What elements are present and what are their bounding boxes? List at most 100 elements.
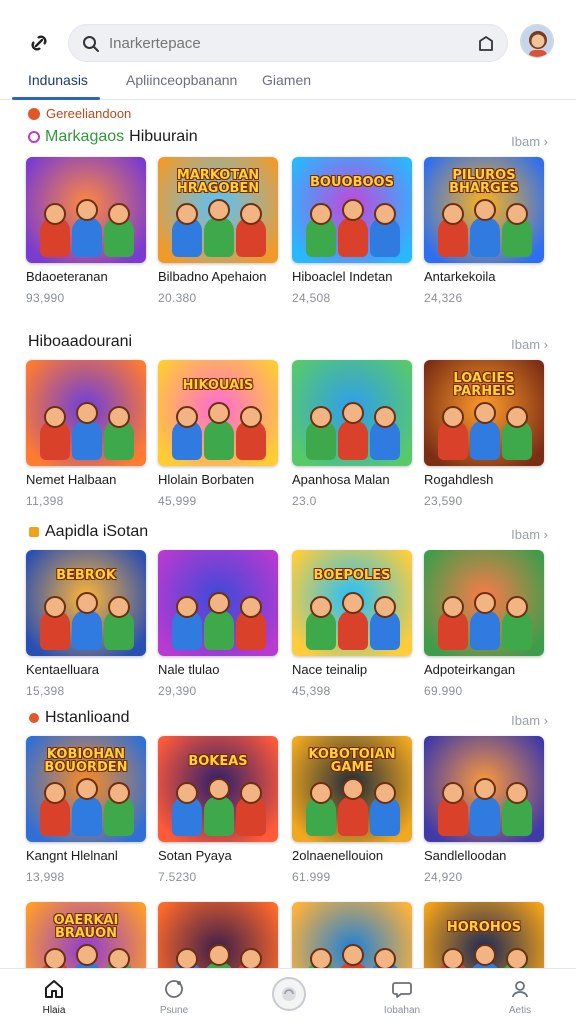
- game-card[interactable]: Bdaoeteranan 93,990: [26, 157, 148, 305]
- game-logo-text: BOEPOLES: [313, 567, 391, 583]
- nav-profile[interactable]: Aetis: [480, 977, 560, 1016]
- link-icon[interactable]: [22, 26, 56, 60]
- game-card[interactable]: HOROHOS: [424, 902, 546, 968]
- avatar[interactable]: [520, 24, 554, 58]
- see-all-label: Ibam: [511, 713, 541, 728]
- game-thumbnail[interactable]: KOBIOHAN BOUORDEN: [26, 736, 146, 842]
- game-card[interactable]: BOEPOLES Nace teinalip 45,398: [292, 550, 414, 698]
- game-thumbnail[interactable]: HIKOUAIS: [158, 360, 278, 466]
- game-title[interactable]: Nale tlulao: [158, 662, 280, 677]
- character-head: [208, 592, 230, 614]
- game-thumbnail[interactable]: KOBOTOIAN GAME: [292, 736, 412, 842]
- breadcrumb[interactable]: Gereeliandoon: [28, 106, 131, 121]
- game-card[interactable]: HIKOUAIS Hlolain Borbaten 45,999: [158, 360, 280, 508]
- game-title[interactable]: Bilbadno Apehaion: [158, 269, 280, 284]
- game-download-count: 24,326: [424, 291, 463, 305]
- nav-messages[interactable]: Iobahan: [362, 977, 442, 1016]
- game-title[interactable]: Bdaoeteranan: [26, 269, 148, 284]
- game-title[interactable]: Nace teinalip: [292, 662, 414, 677]
- game-card[interactable]: BEBROK Kentaelluara 15,398: [26, 550, 148, 698]
- see-all-link[interactable]: Ibam ›: [511, 134, 548, 149]
- game-title[interactable]: Adpoteirkangan: [424, 662, 546, 677]
- game-thumbnail[interactable]: [292, 360, 412, 466]
- character-head: [240, 406, 262, 428]
- card-row: Bdaoeteranan 93,990 MARKOTAN HRAGOBEN Bilba…: [26, 157, 550, 317]
- tab-home[interactable]: Indunasis: [28, 72, 88, 88]
- game-card[interactable]: OAERKAI BRAUON: [26, 902, 148, 968]
- game-thumbnail[interactable]: OAERKAI BRAUON: [26, 902, 146, 968]
- game-title[interactable]: Apanhosa Malan: [292, 472, 414, 487]
- game-title[interactable]: Sandlelloodan: [424, 848, 546, 863]
- game-title[interactable]: Kentaelluara: [26, 662, 148, 677]
- compass-icon: [165, 980, 183, 998]
- character-figure: [338, 420, 368, 460]
- game-card[interactable]: Nemet Halbaan 11,398: [26, 360, 148, 508]
- search-bar[interactable]: [68, 24, 508, 62]
- game-title[interactable]: Nemet Halbaan: [26, 472, 148, 487]
- game-card[interactable]: Nale tlulao 29,390: [158, 550, 280, 698]
- search-input[interactable]: [109, 25, 469, 61]
- nav-browse[interactable]: Psune: [134, 977, 214, 1016]
- game-thumbnail[interactable]: LOACIES PARHEIS: [424, 360, 544, 466]
- breadcrumb-label: Gereeliandoon: [46, 106, 132, 121]
- character-figure: [204, 610, 234, 650]
- character-head: [474, 592, 496, 614]
- nav-messages-label: Iobahan: [383, 1005, 421, 1016]
- section-title-text: Hiboaadourani: [28, 333, 133, 350]
- tab-games[interactable]: Giamen: [262, 72, 311, 88]
- badge-icon: [29, 713, 39, 723]
- center-action-button[interactable]: [272, 977, 306, 1011]
- game-card[interactable]: Sandlelloodan 24,920: [424, 736, 546, 884]
- game-thumbnail[interactable]: BOUOBOOS: [292, 157, 412, 263]
- nav-home[interactable]: Hlaia: [14, 977, 94, 1016]
- content-feed[interactable]: Gereeliandoon Markagaos Hibuurain Ibam ›…: [0, 100, 576, 968]
- game-card[interactable]: Adpoteirkangan 69.990: [424, 550, 546, 698]
- chevron-right-icon: ›: [543, 527, 548, 542]
- game-thumbnail[interactable]: PILUROS BHARGES: [424, 157, 544, 263]
- game-title[interactable]: Hlolain Borbaten: [158, 472, 280, 487]
- section-title: Markagaos Hibuurain: [28, 128, 198, 146]
- game-thumbnail[interactable]: BOEPOLES: [292, 550, 412, 656]
- game-title[interactable]: Antarkekoila: [424, 269, 546, 284]
- game-card[interactable]: LOACIES PARHEIS Rogahdlesh 23,590: [424, 360, 546, 508]
- game-thumbnail[interactable]: BOKEAS: [158, 736, 278, 842]
- game-card[interactable]: MARKOTAN HRAGOBEN Bilbadno Apehaion 20.380: [158, 157, 280, 305]
- game-thumbnail[interactable]: [26, 360, 146, 466]
- game-card[interactable]: PILUROS BHARGES Antarkekoila 24,326: [424, 157, 546, 305]
- game-card[interactable]: BOUOBOOS Hiboaclel Indetan 24,508: [292, 157, 414, 305]
- see-all-link[interactable]: Ibam ›: [511, 527, 548, 542]
- character-head: [374, 948, 396, 968]
- game-card[interactable]: BOKEAS Sotan Pyaya 7.5230: [158, 736, 280, 884]
- game-download-count: 13,998: [26, 870, 65, 884]
- game-card[interactable]: Apanhosa Malan 23.0: [292, 360, 414, 508]
- game-card[interactable]: [292, 902, 414, 968]
- game-logo-text: KOBIOHAN BOUORDEN: [44, 747, 128, 775]
- shopping-bag-icon[interactable]: [475, 33, 497, 55]
- game-thumbnail[interactable]: [424, 550, 544, 656]
- game-title[interactable]: Sotan Pyaya: [158, 848, 280, 863]
- game-thumbnail[interactable]: BEBROK: [26, 550, 146, 656]
- game-thumbnail[interactable]: [26, 157, 146, 263]
- game-thumbnail[interactable]: [158, 550, 278, 656]
- game-title[interactable]: Hiboaclel Indetan: [292, 269, 414, 284]
- game-thumbnail[interactable]: MARKOTAN HRAGOBEN: [158, 157, 278, 263]
- character-head: [240, 948, 262, 968]
- game-thumbnail[interactable]: [424, 736, 544, 842]
- character-head: [108, 596, 130, 618]
- game-thumbnail[interactable]: [158, 902, 278, 968]
- see-all-link[interactable]: Ibam ›: [511, 713, 548, 728]
- tab-applications[interactable]: Apliinceopbanann: [126, 72, 237, 88]
- game-card[interactable]: KOBIOHAN BOUORDEN Kangnt Hlelnanl 13,998: [26, 736, 148, 884]
- game-thumbnail[interactable]: HOROHOS: [424, 902, 544, 968]
- game-title[interactable]: Kangnt Hlelnanl: [26, 848, 148, 863]
- see-all-link[interactable]: Ibam ›: [511, 337, 548, 352]
- game-thumbnail[interactable]: [292, 902, 412, 968]
- game-logo-text: BEBROK: [56, 567, 116, 583]
- character-head: [310, 782, 332, 804]
- game-card[interactable]: KOBOTOIAN GAME 2olnaenellouion 61.999: [292, 736, 414, 884]
- game-title[interactable]: 2olnaenellouion: [292, 848, 414, 863]
- section-title: Hiboaadourani: [28, 333, 132, 351]
- game-card[interactable]: [158, 902, 280, 968]
- character-head: [374, 406, 396, 428]
- game-title[interactable]: Rogahdlesh: [424, 472, 546, 487]
